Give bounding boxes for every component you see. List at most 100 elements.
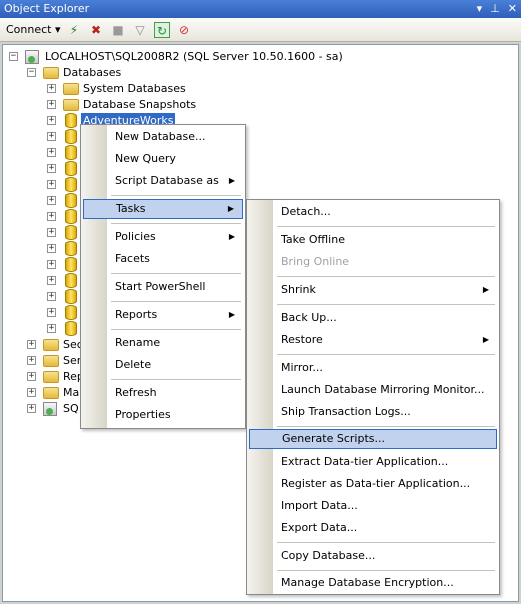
expand-icon[interactable]: +: [27, 356, 36, 365]
database-node[interactable]: +: [45, 129, 85, 145]
sql-agent-icon: [43, 402, 57, 416]
filter-icon[interactable]: ▽: [132, 22, 148, 38]
expand-icon[interactable]: +: [47, 148, 56, 157]
expand-icon[interactable]: +: [47, 228, 56, 237]
menu-refresh[interactable]: Refresh: [83, 383, 243, 403]
expand-icon[interactable]: +: [47, 116, 56, 125]
menu-properties[interactable]: Properties: [83, 405, 243, 425]
expand-icon[interactable]: +: [27, 404, 36, 413]
task-back-up[interactable]: Back Up...: [249, 308, 497, 328]
menu-new-query[interactable]: New Query: [83, 149, 243, 169]
security-node[interactable]: + Sec: [25, 337, 85, 353]
menu-new-database[interactable]: New Database...: [83, 127, 243, 147]
expand-icon[interactable]: +: [47, 324, 56, 333]
expand-icon[interactable]: +: [47, 100, 56, 109]
menu-rename[interactable]: Rename: [83, 333, 243, 353]
sql-agent-node[interactable]: + SQ: [25, 401, 85, 417]
refresh-icon[interactable]: ↻: [154, 22, 170, 38]
database-snapshots-node[interactable]: + Database Snapshots: [45, 97, 245, 113]
task-take-offline[interactable]: Take Offline: [249, 230, 497, 250]
database-node[interactable]: +: [45, 193, 85, 209]
task-shrink[interactable]: Shrink ▶: [249, 280, 497, 300]
expand-icon[interactable]: +: [47, 308, 56, 317]
database-node[interactable]: +: [45, 289, 85, 305]
menu-separator: [277, 276, 495, 277]
folder-icon: [43, 339, 59, 351]
task-generate-scripts[interactable]: Generate Scripts...: [249, 429, 497, 449]
close-icon[interactable]: ✕: [508, 0, 517, 18]
dropdown-icon[interactable]: ▾: [477, 0, 483, 18]
expand-icon[interactable]: +: [47, 84, 56, 93]
task-ship-transaction-logs[interactable]: Ship Transaction Logs...: [249, 402, 497, 422]
task-detach[interactable]: Detach...: [249, 202, 497, 222]
collapse-icon[interactable]: −: [27, 68, 36, 77]
database-icon: [65, 305, 77, 320]
task-extract-data-tier-app[interactable]: Extract Data-tier Application...: [249, 452, 497, 472]
menu-separator: [277, 354, 495, 355]
menu-tasks[interactable]: Tasks ▶: [83, 199, 243, 219]
database-node[interactable]: +: [45, 257, 85, 273]
database-node[interactable]: +: [45, 145, 85, 161]
expand-icon[interactable]: +: [27, 372, 36, 381]
tasks-submenu: Detach... Take Offline Bring Online Shri…: [246, 199, 500, 595]
stop-icon[interactable]: ■: [110, 22, 126, 38]
expand-icon[interactable]: +: [47, 244, 56, 253]
submenu-arrow-icon: ▶: [227, 204, 234, 213]
sql-agent-label: SQ: [63, 402, 79, 415]
task-mirror[interactable]: Mirror...: [249, 358, 497, 378]
expand-icon[interactable]: +: [27, 388, 36, 397]
expand-icon[interactable]: +: [47, 196, 56, 205]
database-node[interactable]: +: [45, 209, 85, 225]
expand-icon[interactable]: +: [47, 260, 56, 269]
disconnect-icon[interactable]: ✖: [88, 22, 104, 38]
pushpin-icon[interactable]: ⊥: [490, 0, 500, 18]
database-node[interactable]: +: [45, 305, 85, 321]
expand-icon[interactable]: +: [47, 132, 56, 141]
object-explorer-toolbar: Connect ▾ ⚡ ✖ ■ ▽ ↻ ⊘: [0, 18, 521, 42]
menu-facets[interactable]: Facets: [83, 249, 243, 269]
database-node[interactable]: +: [45, 177, 85, 193]
menu-policies[interactable]: Policies ▶: [83, 227, 243, 247]
activity-monitor-icon[interactable]: ⊘: [176, 22, 192, 38]
menu-separator: [111, 329, 241, 330]
database-node[interactable]: +: [45, 241, 85, 257]
task-restore[interactable]: Restore ▶: [249, 330, 497, 350]
database-node[interactable]: +: [45, 273, 85, 289]
menu-start-powershell[interactable]: Start PowerShell: [83, 277, 243, 297]
menu-tasks-label: Tasks: [116, 202, 146, 215]
submenu-arrow-icon: ▶: [482, 335, 489, 344]
task-manage-encryption[interactable]: Manage Database Encryption...: [249, 573, 497, 593]
expand-icon[interactable]: +: [47, 292, 56, 301]
expand-icon[interactable]: +: [47, 180, 56, 189]
database-node[interactable]: +: [45, 161, 85, 177]
expand-icon[interactable]: +: [27, 340, 36, 349]
menu-reports[interactable]: Reports ▶: [83, 305, 243, 325]
connect-button[interactable]: Connect ▾: [6, 23, 61, 36]
system-databases-node[interactable]: + System Databases: [45, 81, 245, 97]
expand-icon[interactable]: +: [47, 276, 56, 285]
server-node[interactable]: − LOCALHOST\SQL2008R2 (SQL Server 10.50.…: [7, 49, 507, 65]
server-objects-node[interactable]: + Ser: [25, 353, 85, 369]
menu-separator: [277, 226, 495, 227]
task-export-data[interactable]: Export Data...: [249, 518, 497, 538]
database-icon: [65, 177, 77, 192]
task-launch-mirroring-monitor[interactable]: Launch Database Mirroring Monitor...: [249, 380, 497, 400]
database-snapshots-label: Database Snapshots: [83, 98, 197, 111]
menu-separator: [277, 570, 495, 571]
connect-icon[interactable]: ⚡: [66, 22, 82, 38]
collapse-icon[interactable]: −: [9, 52, 18, 61]
menu-policies-label: Policies: [115, 230, 156, 243]
menu-delete[interactable]: Delete: [83, 355, 243, 375]
management-node[interactable]: + Ma: [25, 385, 85, 401]
databases-node[interactable]: − Databases: [25, 65, 225, 81]
task-copy-database[interactable]: Copy Database...: [249, 546, 497, 566]
expand-icon[interactable]: +: [47, 164, 56, 173]
database-node[interactable]: +: [45, 225, 85, 241]
database-node[interactable]: +: [45, 321, 85, 337]
menu-script-database-as[interactable]: Script Database as ▶: [83, 171, 243, 191]
replication-node[interactable]: + Rep: [25, 369, 85, 385]
expand-icon[interactable]: +: [47, 212, 56, 221]
task-import-data[interactable]: Import Data...: [249, 496, 497, 516]
task-register-data-tier-app[interactable]: Register as Data-tier Application...: [249, 474, 497, 494]
submenu-arrow-icon: ▶: [482, 285, 489, 294]
